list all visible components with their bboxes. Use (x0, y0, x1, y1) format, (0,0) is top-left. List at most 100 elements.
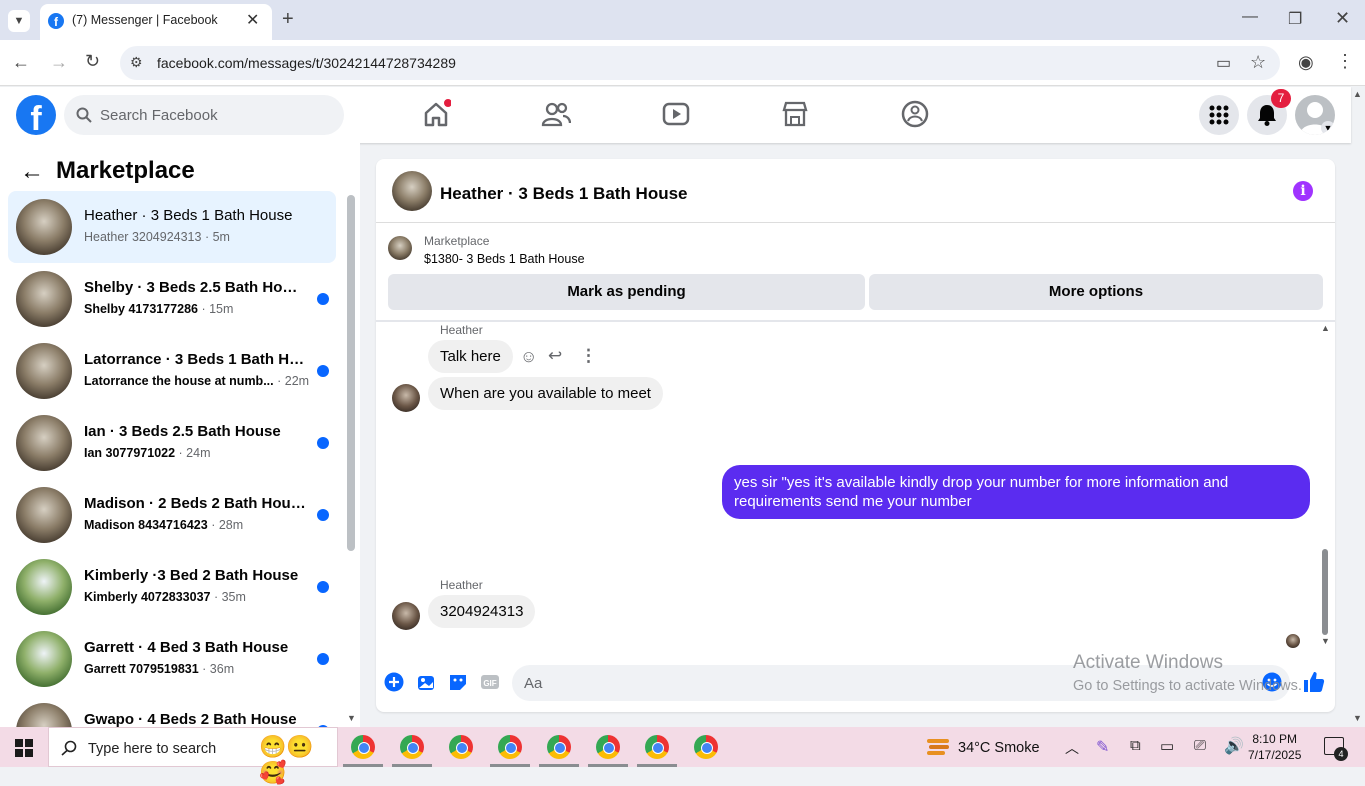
conversation-item[interactable]: Shelby · 3 Beds 2.5 Bath House Shelby 41… (8, 263, 336, 335)
friends-icon[interactable] (541, 99, 571, 129)
conversation-item[interactable]: Garrett · 4 Bed 3 Bath House Garrett 707… (8, 623, 336, 695)
more-options-button[interactable]: More options (869, 274, 1323, 310)
mark-as-pending-button[interactable]: Mark as pending (388, 274, 865, 310)
chat-scrollbar[interactable] (1322, 549, 1328, 635)
meet-now-icon[interactable]: ⧉ (1130, 737, 1141, 754)
conversation-item[interactable]: Latorrance · 3 Beds 1 Bath Hou... Latorr… (8, 335, 336, 407)
sidebar-scrollbar[interactable] (347, 195, 355, 551)
watch-video-icon[interactable] (661, 99, 691, 129)
chrome-app-icon[interactable] (498, 735, 522, 759)
chrome-app-icon[interactable] (400, 735, 424, 759)
omnibox[interactable]: ⚙ facebook.com/messages/t/30242144728734… (120, 46, 1280, 80)
chrome-app-icon[interactable] (596, 735, 620, 759)
clock-date: 7/17/2025 (1248, 748, 1302, 762)
taskbar-search-input[interactable]: Type here to search 😁😐🥰 (48, 727, 338, 785)
listing-thumbnail (16, 559, 72, 615)
facebook-logo-icon[interactable]: f (16, 95, 56, 135)
message-bubble[interactable]: 3204924313 (428, 595, 536, 628)
back-icon[interactable]: ← (12, 52, 30, 73)
chat-title[interactable]: Heather · 3 Beds 1 Bath House (440, 184, 688, 204)
add-plus-icon[interactable] (384, 672, 404, 692)
site-info-icon[interactable]: ⚙ (130, 54, 143, 71)
unread-dot (317, 653, 329, 665)
chrome-app-icon[interactable] (351, 735, 375, 759)
listing-price[interactable]: $1380- 3 Beds 1 Bath House (424, 252, 585, 266)
conversation-preview: Madison 8434716423 · 28m (84, 518, 244, 532)
menu-grid-button[interactable] (1199, 95, 1239, 135)
unread-dot (317, 293, 329, 305)
conversation-item[interactable]: Kimberly ·3 Bed 2 Bath House Kimberly 40… (8, 551, 336, 623)
back-arrow-icon[interactable]: ← (20, 158, 44, 186)
message-more-icon[interactable]: ⋮ (580, 346, 597, 366)
conversation-item[interactable]: Ian · 3 Beds 2.5 Bath House Ian 30779710… (8, 407, 336, 479)
weather-text[interactable]: 34°C Smoke (958, 740, 1040, 756)
search-icon (61, 740, 77, 756)
conversation-item[interactable]: Madison · 2 Beds 2 Bath House Madison 84… (8, 479, 336, 551)
profile-icon[interactable]: ◉ (1298, 52, 1314, 73)
home-icon[interactable] (421, 99, 451, 129)
sticker-icon[interactable] (448, 672, 468, 692)
reply-icon[interactable]: ↩ (548, 346, 562, 366)
weather-smoke-icon[interactable] (926, 737, 950, 757)
page-scroll-up-icon[interactable]: ▲ (1353, 89, 1362, 99)
volume-icon[interactable]: 🔊 (1224, 736, 1244, 756)
network-icon[interactable]: ⎚ (1194, 737, 1206, 754)
divider (376, 320, 1335, 322)
taskbar-search-placeholder: Type here to search (88, 741, 217, 757)
listing-thumbnail (16, 199, 72, 255)
sender-avatar[interactable] (392, 384, 420, 412)
bookmark-star-icon[interactable]: ☆ (1250, 52, 1266, 73)
tab-title: (7) Messenger | Facebook (72, 13, 218, 27)
search-highlight-emoji-icon: 😁😐🥰 (259, 734, 314, 785)
restore-icon[interactable]: ❐ (1288, 9, 1302, 29)
pen-icon[interactable]: ✎ (1096, 737, 1109, 757)
conversation-item[interactable]: Heather · 3 Beds 1 Bath House Heather 32… (8, 191, 336, 263)
forward-icon[interactable]: → (50, 52, 68, 73)
listing-thumbnail (16, 487, 72, 543)
chat-scroll-down-icon[interactable]: ▼ (1321, 636, 1330, 646)
message-bubble[interactable]: Talk here (428, 340, 513, 373)
marketplace-icon[interactable] (780, 99, 810, 129)
show-hidden-icons-icon[interactable]: ︿ (1065, 738, 1079, 758)
action-center-badge: 4 (1334, 747, 1348, 761)
sender-avatar[interactable] (392, 602, 420, 630)
install-app-icon[interactable]: ▭ (1216, 53, 1231, 73)
sidebar-scroll-down-icon[interactable]: ▼ (347, 713, 356, 723)
photo-icon[interactable] (416, 672, 436, 692)
conversation-name: Kimberly ·3 Bed 2 Bath House (84, 567, 299, 584)
chat-avatar[interactable] (392, 171, 432, 211)
chrome-app-icon[interactable] (547, 735, 571, 759)
browser-menu-icon[interactable]: ⋮ (1336, 51, 1354, 72)
message-bubble[interactable]: When are you available to meet (428, 377, 663, 410)
browser-tab[interactable]: f (7) Messenger | Facebook ✕ (40, 4, 272, 40)
battery-icon[interactable]: ▭ (1160, 737, 1174, 755)
chevron-down-icon: ▼ (1321, 121, 1335, 135)
listing-thumbnail[interactable] (388, 236, 412, 260)
taskbar-clock[interactable]: 8:10 PM 7/17/2025 (1248, 731, 1301, 763)
reload-icon[interactable]: ↻ (85, 51, 100, 72)
account-avatar[interactable]: ▼ (1295, 95, 1335, 135)
thumbs-up-icon[interactable] (1302, 670, 1326, 694)
my-message-bubble[interactable]: yes sir "yes it's available kindly drop … (722, 465, 1310, 519)
tab-list-icon[interactable]: ▼ (8, 10, 30, 32)
marketplace-conversation-list: ← Marketplace Heather · 3 Beds 1 Bath Ho… (0, 143, 360, 727)
facebook-search-input[interactable]: Search Facebook (64, 95, 344, 135)
windows-start-icon[interactable] (15, 739, 33, 757)
info-icon[interactable]: i (1293, 181, 1313, 201)
gif-icon[interactable]: GIF (480, 672, 500, 692)
chrome-app-icon[interactable] (645, 735, 669, 759)
close-tab-icon[interactable]: ✕ (246, 10, 259, 30)
chrome-app-icon[interactable] (694, 735, 718, 759)
react-emoji-icon[interactable]: ☺ (520, 347, 537, 367)
conversation-preview: Kimberly 4072833037 · 35m (84, 590, 246, 604)
page-scroll-down-icon[interactable]: ▼ (1353, 713, 1362, 723)
grid-icon (1209, 105, 1229, 125)
minimize-icon[interactable]: — (1242, 8, 1258, 26)
conversation-item[interactable]: Gwapo · 4 Beds 2 Bath House (8, 695, 336, 727)
chat-scroll-up-icon[interactable]: ▲ (1321, 323, 1330, 333)
groups-icon[interactable] (900, 99, 930, 129)
conversation-name: Ian · 3 Beds 2.5 Bath House (84, 423, 281, 440)
chrome-app-icon[interactable] (449, 735, 473, 759)
new-tab-icon[interactable]: + (282, 8, 294, 31)
close-window-icon[interactable]: ✕ (1335, 8, 1350, 29)
